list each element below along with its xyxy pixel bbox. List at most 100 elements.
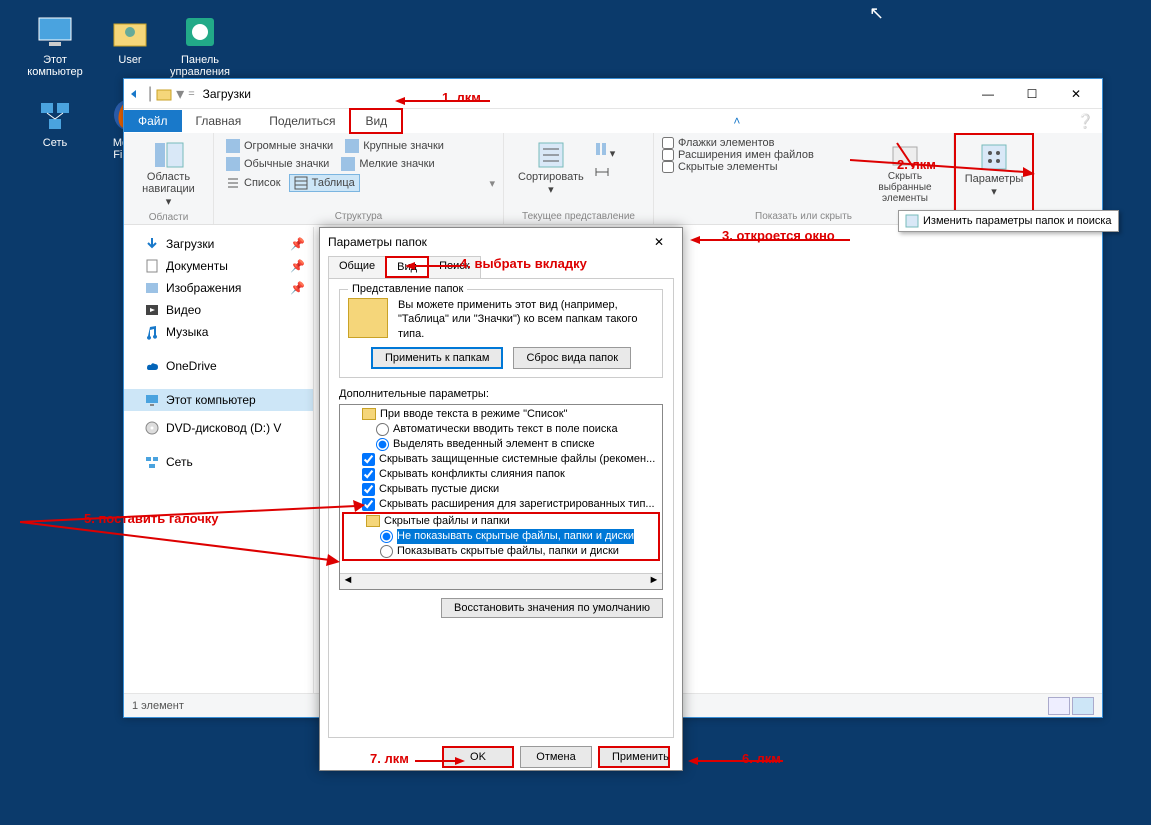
scrollbar-horizontal[interactable]: ◄► [340,573,662,589]
onedrive-icon [144,358,160,374]
folder-icon [348,298,388,338]
nav-pane-icon [153,139,185,171]
desktop-icon-label: Панель управления [165,54,235,78]
annotation-6: 6. лкм [742,751,781,766]
check-extensions[interactable]: Расширения имен файлов [662,149,865,161]
folder-mini-icon [366,515,380,527]
navigation-pane: Загрузки📌 Документы📌 Изображения📌 Видео … [124,227,314,693]
hide-selected-button[interactable]: Скрыть выбранные элементы [865,137,945,209]
tab-view[interactable]: Вид [349,108,403,134]
documents-icon [144,258,160,274]
dialog-tab-search[interactable]: Поиск [428,256,480,278]
fieldset-legend: Представление папок [348,283,467,295]
adv-check-hide-ext[interactable]: Скрывать расширения для зарегистрированн… [340,497,662,512]
nav-downloads[interactable]: Загрузки📌 [124,233,313,255]
nav-documents[interactable]: Документы📌 [124,255,313,277]
restore-defaults-button[interactable]: Восстановить значения по умолчанию [441,598,663,618]
nav-music[interactable]: Музыка [124,321,313,343]
videos-icon [144,302,160,318]
network-icon [35,95,75,135]
dialog-tab-general[interactable]: Общие [328,256,386,278]
adv-check-hide-empty[interactable]: Скрывать пустые диски [340,482,662,497]
layout-small[interactable]: Мелкие значки [337,156,438,172]
layout-huge[interactable]: Огромные значки [222,138,337,154]
sort-button[interactable]: Сортировать▾ [512,137,590,209]
ok-button[interactable]: OK [442,746,514,768]
nav-pictures[interactable]: Изображения📌 [124,277,313,299]
desktop-icon-control-panel[interactable]: Панель управления [165,12,235,78]
view-large-icon[interactable] [1072,697,1094,715]
adv-radio-select-typed[interactable]: Выделять введенный элемент в списке [340,437,662,452]
layout-table[interactable]: Таблица [289,174,360,192]
desktop-icon-network[interactable]: Сеть [20,95,90,149]
cursor-icon: ↖ [869,3,884,24]
adv-check-hide-system[interactable]: Скрывать защищенные системные файлы (рек… [340,452,662,467]
layout-list[interactable]: Список [222,175,285,191]
hide-icon [889,139,921,171]
ribbon-tabs: Файл Главная Поделиться Вид ˄ ❔ [124,109,1102,133]
nav-dvd[interactable]: DVD-дисковод (D:) V [124,417,313,439]
tab-home[interactable]: Главная [182,110,256,132]
control-panel-icon [180,12,220,52]
nav-onedrive[interactable]: OneDrive [124,355,313,377]
apply-to-folders-button[interactable]: Применить к папкам [371,347,504,369]
options-tooltip: Изменить параметры папок и поиска [898,210,1119,232]
network-icon [144,454,160,470]
tab-file[interactable]: Файл [124,110,182,132]
options-icon [978,141,1010,173]
layout-medium[interactable]: Обычные значки [222,156,333,172]
back-forward-icon[interactable] [128,86,144,102]
status-text: 1 элемент [132,700,184,712]
nav-this-pc[interactable]: Этот компьютер [124,389,313,411]
adv-radio-show-hidden[interactable]: Показывать скрытые файлы, папки и диски [344,544,658,559]
options-tooltip-icon [905,214,919,228]
desktop-icon-label: Сеть [20,137,90,149]
nav-network[interactable]: Сеть [124,451,313,473]
adv-radio-auto-search[interactable]: Автоматически вводить текст в поле поиск… [340,422,662,437]
reset-folders-button[interactable]: Сброс вида папок [513,347,631,369]
check-item-checkboxes[interactable]: Флажки элементов [662,137,865,149]
dvd-icon [144,420,160,436]
window-title: Загрузки [203,87,251,101]
adv-check-hide-merge[interactable]: Скрывать конфликты слияния папок [340,467,662,482]
computer-icon [144,392,160,408]
fieldset-description: Вы можете применить этот вид (например, … [398,298,654,341]
desktop-icon-user[interactable]: User [95,12,165,66]
dialog-title: Параметры папок [328,235,427,249]
advanced-label: Дополнительные параметры: [339,388,663,400]
pictures-icon [144,280,160,296]
folder-options-dialog: Параметры папок ✕ Общие Вид Поиск Предст… [319,227,683,771]
dialog-tab-view[interactable]: Вид [385,256,429,278]
layout-large[interactable]: Крупные значки [341,138,448,154]
explorer-titlebar: | ▾ = Загрузки — ☐ ✕ [124,79,1102,109]
adv-radio-dont-show-hidden[interactable]: Не показывать скрытые файлы, папки и дис… [344,529,658,544]
computer-icon [35,12,75,52]
minimize-button[interactable]: — [966,80,1010,108]
close-button[interactable]: ✕ [1054,80,1098,108]
dialog-titlebar: Параметры папок ✕ [320,228,682,256]
check-hidden[interactable]: Скрытые элементы [662,161,865,173]
desktop-icon-this-pc[interactable]: Этот компьютер [20,12,90,78]
advanced-settings-list[interactable]: При вводе текста в режиме "Список" Автом… [339,404,663,590]
expand-ribbon-icon[interactable]: ˄ [733,114,746,128]
user-folder-icon [110,12,150,52]
dialog-close-button[interactable]: ✕ [644,231,674,253]
desktop-icon-label: Этот компьютер [20,54,90,78]
apply-button[interactable]: Применить [598,746,670,768]
maximize-button[interactable]: ☐ [1010,80,1054,108]
add-columns-icon[interactable]: ▾ [594,141,616,160]
options-button[interactable]: Параметры▾ [964,139,1024,200]
desktop-icon-label: User [95,54,165,66]
cancel-button[interactable]: Отмена [520,746,592,768]
sort-icon [535,139,567,171]
help-icon[interactable]: ❔ [1077,113,1094,130]
nav-videos[interactable]: Видео [124,299,313,321]
view-details-icon[interactable] [1048,697,1070,715]
downloads-icon [144,236,160,252]
folder-qat-icon [156,86,172,102]
music-icon [144,324,160,340]
nav-pane-button[interactable]: Область навигации ▾ [132,137,205,210]
folder-mini-icon [362,408,376,420]
tab-share[interactable]: Поделиться [255,110,349,132]
size-columns-icon[interactable] [594,164,616,183]
